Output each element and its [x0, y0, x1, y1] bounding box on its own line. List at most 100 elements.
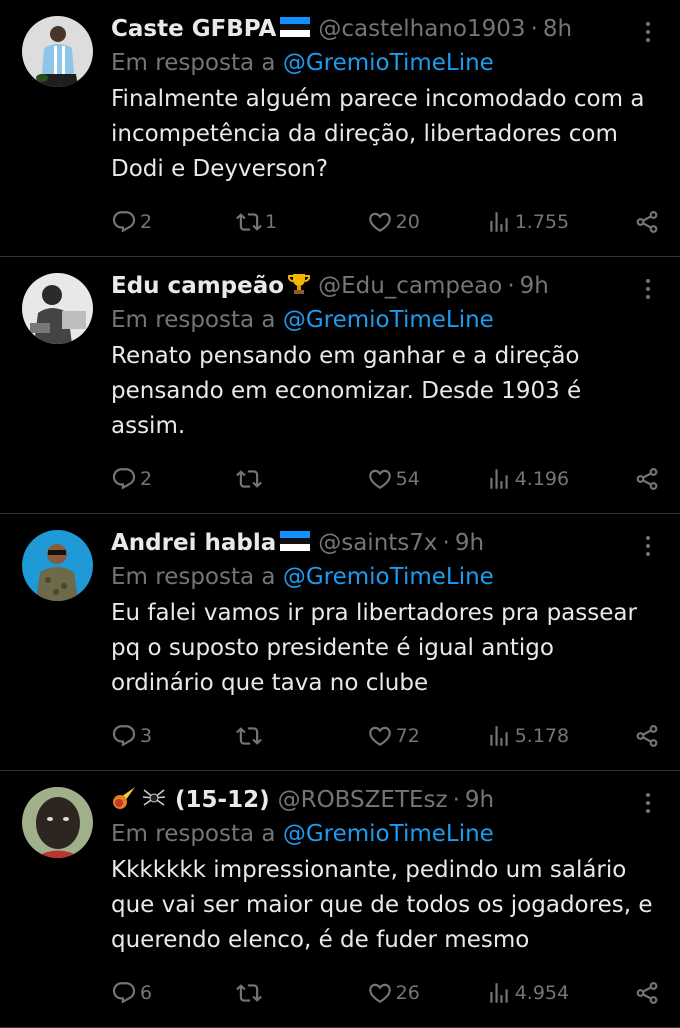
retweet-button[interactable]: 1 [236, 209, 367, 235]
display-name[interactable]: Edu campeão [111, 273, 284, 299]
views-chart-icon [486, 209, 512, 235]
views-button[interactable]: 5.178 [486, 723, 634, 749]
reply-count: 2 [140, 468, 153, 490]
reply-context: Em resposta a @GremioTimeLine [111, 560, 660, 594]
views-button[interactable]: 1.755 [486, 209, 634, 235]
share-icon [634, 723, 660, 749]
reply-context: Em resposta a @GremioTimeLine [111, 817, 660, 851]
view-count: 1.755 [514, 211, 570, 233]
display-name[interactable]: Caste GFBPA [111, 16, 276, 42]
like-button[interactable]: 72 [367, 723, 486, 749]
user-handle[interactable]: @ROBSZETEsz [278, 787, 448, 813]
reply-prefix: Em resposta a [111, 50, 276, 76]
tweet[interactable]: Andrei habla @saints7x · 9h Em resposta … [0, 514, 680, 771]
timestamp[interactable]: 9h [455, 530, 484, 556]
avatar[interactable] [22, 16, 93, 87]
reply-icon [111, 209, 137, 235]
views-chart-icon [486, 723, 512, 749]
mention-link[interactable]: @GremioTimeLine [283, 821, 494, 847]
views-button[interactable]: 4.196 [486, 466, 634, 492]
tweet-header: Edu campeão @Edu_campeao · 9h [111, 269, 660, 303]
reply-button[interactable]: 2 [111, 209, 236, 235]
tweet-text: Renato pensando em ganhar e a direção pe… [111, 343, 582, 439]
action-bar: 2 54 4.196 [111, 463, 660, 495]
more-options-icon[interactable] [636, 534, 660, 558]
avatar[interactable] [22, 787, 93, 858]
timestamp[interactable]: 8h [543, 16, 572, 42]
share-button[interactable] [634, 209, 660, 235]
like-button[interactable]: 54 [367, 466, 486, 492]
display-name[interactable]: Andrei habla [111, 530, 276, 556]
mention-link[interactable]: @GremioTimeLine [283, 307, 494, 333]
retweet-icon [236, 723, 262, 749]
user-handle[interactable]: @castelhano1903 [318, 16, 525, 42]
reply-button[interactable]: 6 [111, 980, 236, 1006]
reply-context: Em resposta a @GremioTimeLine [111, 303, 660, 337]
share-button[interactable] [634, 466, 660, 492]
more-options-icon[interactable] [636, 20, 660, 44]
separator: · [507, 273, 515, 299]
more-options-icon[interactable] [636, 277, 660, 301]
like-count: 54 [395, 468, 420, 490]
share-button[interactable] [634, 980, 660, 1006]
avatar[interactable] [22, 530, 93, 601]
spider-icon [141, 785, 167, 815]
like-count: 26 [395, 982, 420, 1004]
reply-count: 2 [140, 211, 153, 233]
heart-icon [367, 209, 393, 235]
tweet[interactable]: Edu campeão @Edu_campeao · 9h Em respost… [0, 257, 680, 514]
user-handle[interactable]: @Edu_campeao [318, 273, 502, 299]
retweet-icon [236, 466, 262, 492]
reply-prefix: Em resposta a [111, 564, 276, 590]
retweet-icon [236, 209, 262, 235]
tweet-header: (15-12) @ROBSZETEsz · 9h [111, 783, 660, 817]
reply-count: 6 [140, 982, 153, 1004]
action-bar: 2 1 20 1.755 [111, 206, 660, 238]
reply-icon [111, 466, 137, 492]
reply-button[interactable]: 2 [111, 466, 236, 492]
display-name[interactable]: (15-12) [175, 787, 270, 813]
reply-prefix: Em resposta a [111, 821, 276, 847]
view-count: 4.196 [514, 468, 570, 490]
heart-icon [367, 466, 393, 492]
separator: · [530, 16, 538, 42]
mention-link[interactable]: @GremioTimeLine [283, 50, 494, 76]
view-count: 4.954 [514, 982, 570, 1004]
separator: · [452, 787, 460, 813]
tweet[interactable]: (15-12) @ROBSZETEsz · 9h Em resposta a @… [0, 771, 680, 1028]
like-button[interactable]: 20 [367, 209, 486, 235]
tweet-header: Caste GFBPA @castelhano1903 · 8h [111, 12, 660, 46]
user-handle[interactable]: @saints7x [318, 530, 437, 556]
comet-icon [111, 785, 137, 815]
retweet-button[interactable] [236, 466, 367, 492]
views-chart-icon [486, 980, 512, 1006]
like-button[interactable]: 26 [367, 980, 486, 1006]
reply-prefix: Em resposta a [111, 307, 276, 333]
reply-button[interactable]: 3 [111, 723, 236, 749]
views-button[interactable]: 4.954 [486, 980, 634, 1006]
retweet-button[interactable] [236, 723, 367, 749]
share-icon [634, 980, 660, 1006]
share-icon [634, 209, 660, 235]
timestamp[interactable]: 9h [520, 273, 549, 299]
action-bar: 6 26 4.954 [111, 977, 660, 1009]
share-button[interactable] [634, 723, 660, 749]
tweet-text: Kkkkkkk impressionante, pedindo um salár… [111, 857, 653, 953]
avatar[interactable] [22, 273, 93, 344]
more-options-icon[interactable] [636, 791, 660, 815]
reply-context: Em resposta a @GremioTimeLine [111, 46, 660, 80]
tweet-text: Finalmente alguém parece incomodado com … [111, 86, 645, 182]
retweet-count: 1 [264, 211, 277, 233]
tweet[interactable]: Caste GFBPA @castelhano1903 · 8h Em resp… [0, 0, 680, 257]
tweet-header: Andrei habla @saints7x · 9h [111, 526, 660, 560]
estonia-flag-icon [280, 531, 311, 555]
tweet-text: Eu falei vamos ir pra libertadores pra p… [111, 600, 637, 696]
mention-link[interactable]: @GremioTimeLine [283, 564, 494, 590]
separator: · [442, 530, 450, 556]
reply-count: 3 [140, 725, 153, 747]
trophy-icon [287, 272, 311, 300]
like-count: 20 [395, 211, 420, 233]
retweet-button[interactable] [236, 980, 367, 1006]
timestamp[interactable]: 9h [465, 787, 494, 813]
views-chart-icon [486, 466, 512, 492]
